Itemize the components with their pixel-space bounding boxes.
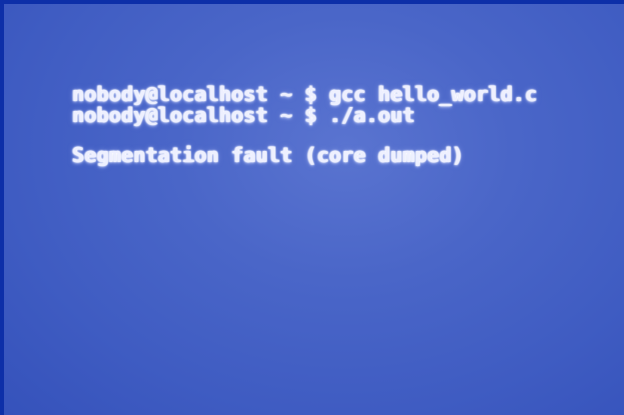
terminal-output: nobody@localhost ~ $ gcc hello_world.c n… <box>72 82 612 167</box>
command-line-run: nobody@localhost ~ $ ./a.out <box>72 103 415 127</box>
terminal-screen: nobody@localhost ~ $ gcc hello_world.c n… <box>0 0 624 415</box>
command-line-compile: nobody@localhost ~ $ gcc hello_world.c <box>72 82 538 106</box>
error-message: Segmentation fault (core dumped) <box>72 143 464 167</box>
